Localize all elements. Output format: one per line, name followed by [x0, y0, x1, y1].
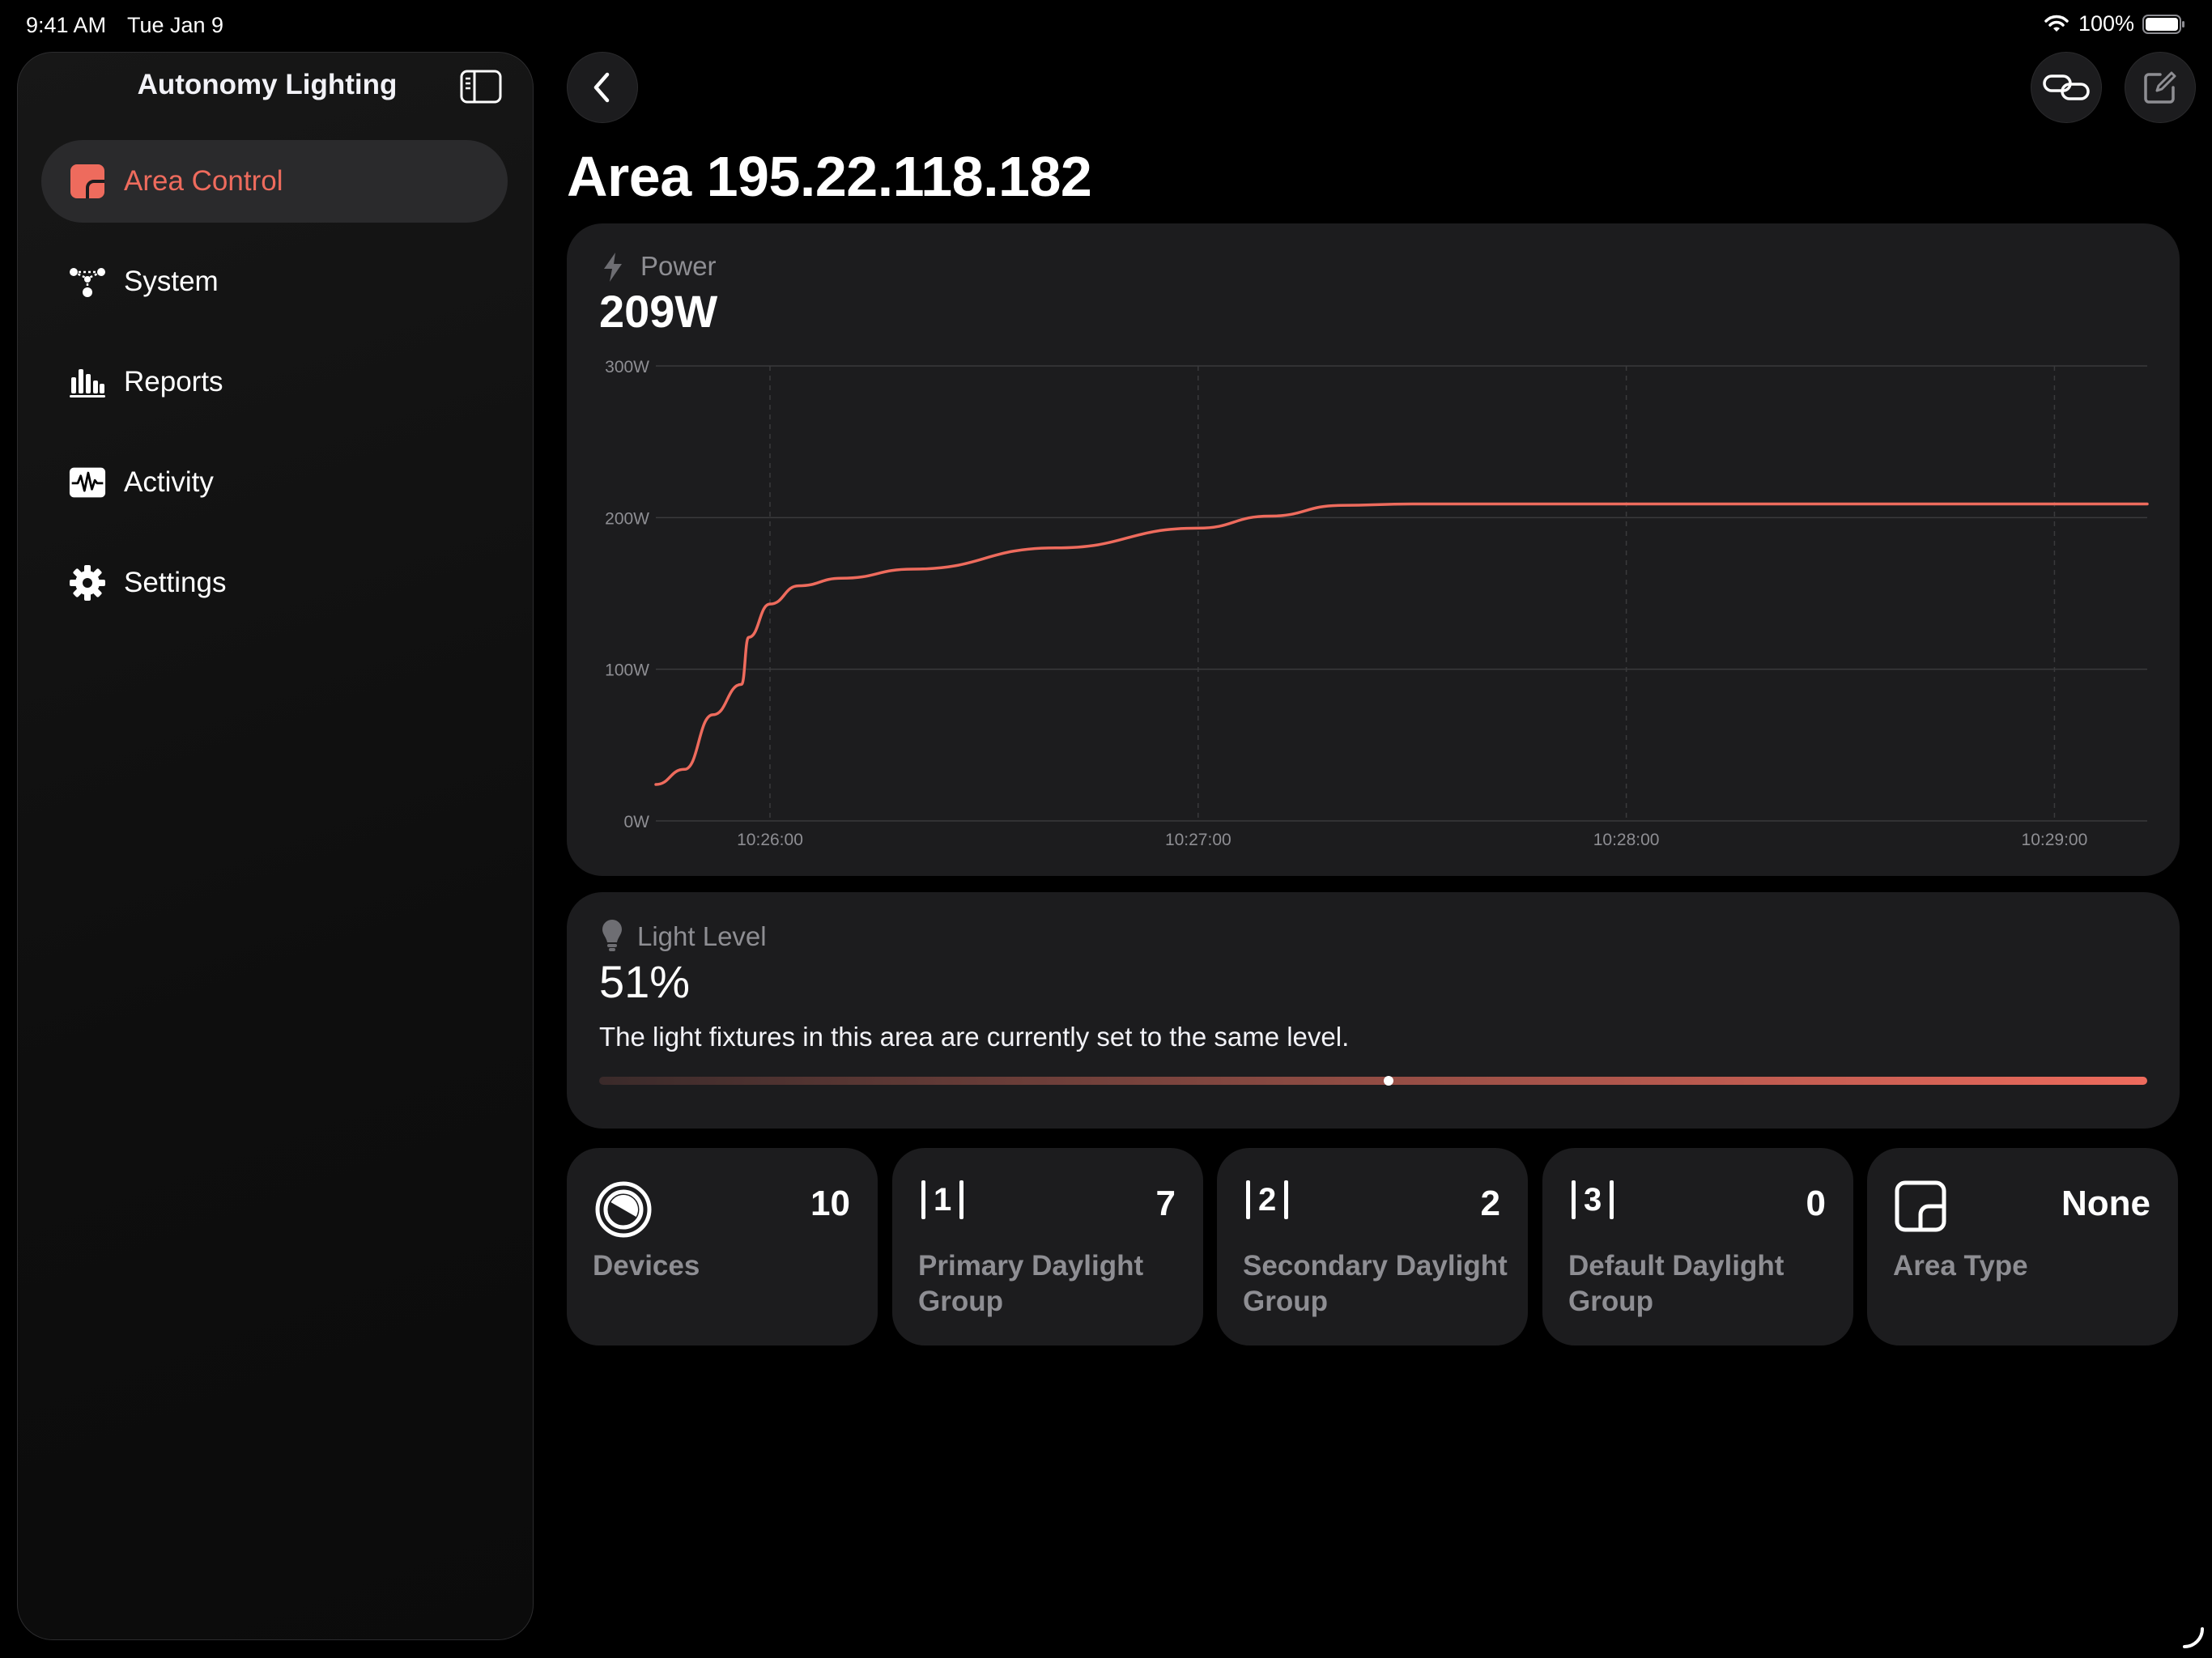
page-title: Area 195.22.118.182	[567, 145, 1092, 208]
tile-label: Devices	[593, 1250, 700, 1282]
tile-count: 7	[1155, 1184, 1176, 1223]
devices-icon	[595, 1181, 652, 1238]
y-tick-label: 200W	[605, 509, 649, 528]
tile-default-daylight-group[interactable]: 3 0 Default Daylight Group	[1542, 1148, 1853, 1346]
status-date: Tue Jan 9	[127, 13, 224, 37]
slider-thumb[interactable]	[1384, 1076, 1394, 1086]
tile-label: Area Type	[1893, 1250, 2028, 1282]
battery-icon	[2142, 14, 2184, 34]
sidebar-item-area-control[interactable]: Area Control	[41, 140, 508, 223]
x-tick-label: 10:26:00	[737, 831, 803, 849]
reports-chart-icon	[69, 363, 106, 401]
group-number: 2	[1258, 1181, 1277, 1218]
light-level-label: Light Level	[637, 921, 767, 951]
power-series-line	[654, 502, 2149, 786]
power-label: Power	[640, 251, 717, 281]
sidebar-item-label: System	[124, 266, 219, 297]
tile-count: None	[2061, 1184, 2150, 1223]
sidebar-item-system[interactable]: System	[41, 240, 508, 323]
x-tick-label: 10:28:00	[1593, 831, 1660, 849]
lightbulb-icon	[602, 920, 622, 951]
sidebar-item-label: Settings	[124, 567, 227, 598]
light-level-card	[567, 892, 2180, 1129]
activity-waveform-icon	[69, 464, 106, 501]
compose-icon	[2144, 71, 2176, 104]
wifi-icon	[2044, 15, 2069, 32]
tile-count: 2	[1480, 1184, 1500, 1223]
light-level-slider[interactable]	[599, 1076, 2147, 1086]
sidebar-item-settings[interactable]: Settings	[41, 542, 508, 624]
light-level-value: 51%	[599, 956, 691, 1007]
sidebar-item-label: Reports	[124, 366, 223, 397]
system-network-icon	[69, 263, 106, 300]
tile-label: Primary Daylight Group	[918, 1250, 1144, 1317]
tile-devices[interactable]: 10 Devices	[567, 1148, 878, 1346]
group-number: 1	[934, 1181, 952, 1218]
area-control-icon	[69, 163, 106, 200]
chart-x-axis: 10:26:00 10:27:00 10:28:00 10:29:00	[737, 831, 2087, 849]
edit-button[interactable]	[2125, 52, 2196, 123]
sidebar-item-reports[interactable]: Reports	[41, 341, 508, 423]
sidebar-item-label: Activity	[124, 466, 214, 498]
tile-count: 10	[810, 1184, 850, 1223]
resize-handle-icon[interactable]	[2181, 1626, 2206, 1650]
group-3-icon: 3	[1572, 1180, 1614, 1219]
group-number: 3	[1584, 1181, 1602, 1218]
group-2-icon: 2	[1246, 1180, 1289, 1219]
group-1-icon: 1	[921, 1180, 964, 1219]
y-tick-label: 100W	[605, 661, 649, 680]
battery-percent: 100%	[2078, 11, 2134, 36]
status-indicators: 100%	[2043, 11, 2186, 36]
sidebar-toggle-button[interactable]	[460, 70, 502, 104]
bolt-icon	[604, 253, 622, 282]
chart-grid	[656, 365, 2147, 822]
tile-secondary-daylight-group[interactable]: 2 2 Secondary Daylight Group	[1217, 1148, 1528, 1346]
tile-count: 0	[1806, 1184, 1826, 1223]
chart-y-axis: 0W 100W 200W 300W	[605, 358, 649, 831]
back-button[interactable]	[567, 52, 638, 123]
sidebar-item-label: Area Control	[124, 165, 283, 197]
link-button[interactable]	[2031, 52, 2102, 123]
y-tick-label: 300W	[605, 358, 649, 376]
gear-icon	[69, 564, 106, 602]
tile-area-type[interactable]: None Area Type	[1867, 1148, 2178, 1346]
sidebar-toggle-icon	[460, 70, 502, 104]
chevron-left-icon	[593, 72, 610, 103]
status-time: 9:41 AM	[26, 13, 107, 37]
y-tick-label: 0W	[624, 813, 650, 831]
x-tick-label: 10:27:00	[1165, 831, 1231, 849]
light-level-description: The light fixtures in this area are curr…	[599, 1022, 1350, 1052]
tile-label: Secondary Daylight Group	[1243, 1250, 1508, 1317]
area-type-icon	[1895, 1180, 1946, 1232]
link-icon	[2043, 74, 2090, 100]
app-title: Autonomy Lighting	[137, 69, 398, 100]
x-tick-label: 10:29:00	[2022, 831, 2088, 849]
tile-label: Default Daylight Group	[1568, 1250, 1784, 1317]
tile-primary-daylight-group[interactable]: 1 7 Primary Daylight Group	[892, 1148, 1203, 1346]
sidebar-item-activity[interactable]: Activity	[41, 441, 508, 524]
power-chart: 0W100W200W300W 10:26:00 10:27:00 10:28:00 1…	[605, 358, 2149, 849]
power-value: 209W	[599, 286, 718, 337]
